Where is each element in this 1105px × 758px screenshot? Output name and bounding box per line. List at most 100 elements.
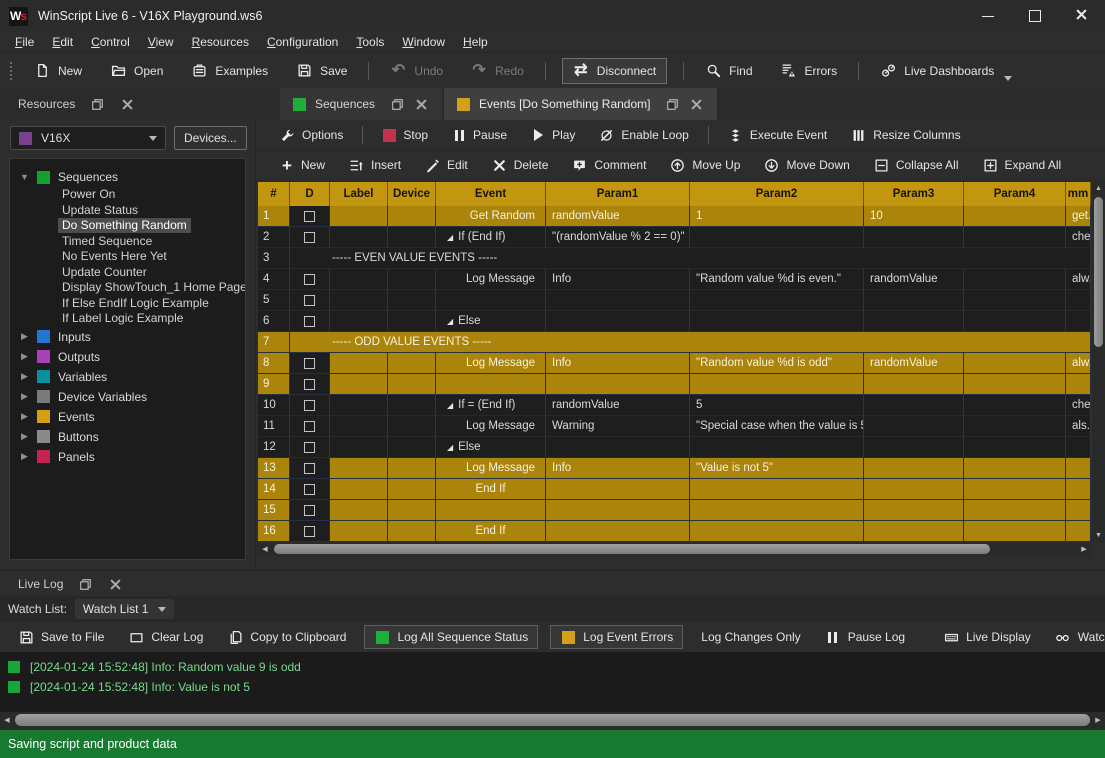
- device-cell[interactable]: [388, 206, 436, 227]
- column-header-mm[interactable]: mm: [1066, 182, 1091, 206]
- expander-collapsed-icon[interactable]: ▶: [18, 411, 31, 422]
- disable-checkbox[interactable]: [304, 295, 315, 306]
- menu-configuration[interactable]: Configuration: [258, 35, 347, 49]
- param-cell[interactable]: alw.: [1066, 353, 1091, 374]
- options-button[interactable]: Options: [271, 125, 352, 146]
- param-cell[interactable]: [546, 374, 690, 395]
- insert-button[interactable]: Insert: [340, 155, 410, 176]
- expander-collapsed-icon[interactable]: ▶: [18, 371, 31, 382]
- table-row[interactable]: 8Log MessageInfo"Random value %d is odd"…: [258, 353, 1091, 374]
- table-row[interactable]: 11Log MessageWarning"Special case when t…: [258, 416, 1091, 437]
- expander-collapsed-icon[interactable]: ▶: [18, 331, 31, 342]
- scroll-down-icon[interactable]: ▼: [1092, 529, 1105, 542]
- param-cell[interactable]: "Value is not 5": [690, 458, 864, 479]
- param-cell[interactable]: randomValue: [864, 353, 964, 374]
- event-cell[interactable]: Log Message: [436, 269, 546, 290]
- param-cell[interactable]: [964, 206, 1066, 227]
- clear-log-button[interactable]: Clear Log: [119, 626, 212, 649]
- param-cell[interactable]: [690, 521, 864, 542]
- comment-cell[interactable]: ----- EVEN VALUE EVENTS -----: [290, 248, 1091, 269]
- param-cell[interactable]: [546, 521, 690, 542]
- close-icon[interactable]: [120, 97, 135, 112]
- label-cell[interactable]: [330, 500, 388, 521]
- menu-resources[interactable]: Resources: [183, 35, 258, 49]
- param-cell[interactable]: [864, 311, 964, 332]
- label-cell[interactable]: [330, 269, 388, 290]
- table-row[interactable]: 3----- EVEN VALUE EVENTS -----: [258, 248, 1091, 269]
- log-hscroll-thumb[interactable]: [15, 714, 1090, 726]
- scroll-right-icon[interactable]: ▶: [1091, 712, 1105, 728]
- maximize-button[interactable]: [1011, 0, 1058, 32]
- tree-node-outputs[interactable]: ▶Outputs: [10, 347, 245, 367]
- param-cell[interactable]: [964, 311, 1066, 332]
- param-cell[interactable]: [964, 395, 1066, 416]
- column-header-param3[interactable]: Param3: [864, 182, 964, 206]
- menu-view[interactable]: View: [139, 35, 183, 49]
- event-cell[interactable]: ◢If = (End If): [436, 395, 546, 416]
- live-display-button[interactable]: Live Display: [934, 626, 1040, 649]
- menu-help[interactable]: Help: [454, 35, 497, 49]
- execute-event-button[interactable]: Execute Event: [719, 125, 836, 146]
- collapse-all-button[interactable]: Collapse All: [865, 155, 968, 176]
- device-cell[interactable]: [388, 374, 436, 395]
- devices-button[interactable]: Devices...: [174, 126, 247, 150]
- disconnect-button[interactable]: ⇄Disconnect: [562, 58, 667, 84]
- param-cell[interactable]: [690, 374, 864, 395]
- tree-node-device-variables[interactable]: ▶Device Variables: [10, 387, 245, 407]
- expander-collapsed-icon[interactable]: ▶: [18, 351, 31, 362]
- tab-sequences[interactable]: Sequences: [280, 88, 442, 120]
- tree-item-do-something-random[interactable]: Do Something Random: [10, 218, 245, 234]
- param-cell[interactable]: [546, 290, 690, 311]
- comment-button[interactable]: Comment: [563, 155, 655, 176]
- menu-window[interactable]: Window: [393, 35, 454, 49]
- column-header-d[interactable]: D: [290, 182, 330, 206]
- copy-to-clipboard-button[interactable]: Copy to Clipboard: [218, 626, 355, 649]
- param-cell[interactable]: get.: [1066, 206, 1091, 227]
- expander-expanded-icon[interactable]: ▼: [18, 172, 31, 182]
- log-horizontal-scrollbar[interactable]: ◀ ▶: [0, 712, 1105, 728]
- param-cell[interactable]: alw.: [1066, 269, 1091, 290]
- toolbar-grip[interactable]: [10, 62, 12, 80]
- enable-loop-button[interactable]: Enable Loop: [590, 125, 697, 146]
- disable-checkbox[interactable]: [304, 232, 315, 243]
- pause-button[interactable]: Pause: [443, 125, 516, 145]
- table-row[interactable]: 12◢Else: [258, 437, 1091, 458]
- close-icon[interactable]: [414, 97, 429, 112]
- device-cell[interactable]: [388, 395, 436, 416]
- disable-checkbox[interactable]: [304, 316, 315, 327]
- event-cell[interactable]: ◢Else: [436, 437, 546, 458]
- disable-checkbox[interactable]: [304, 484, 315, 495]
- table-row[interactable]: 7----- ODD VALUE EVENTS -----: [258, 332, 1091, 353]
- popout-icon[interactable]: [90, 97, 105, 112]
- param-cell[interactable]: [864, 395, 964, 416]
- tree-item-display-showtouch-1-home-page[interactable]: Display ShowTouch_1 Home Page: [10, 280, 245, 296]
- param-cell[interactable]: [864, 437, 964, 458]
- scroll-left-icon[interactable]: ◀: [0, 712, 14, 728]
- table-row[interactable]: 13Log MessageInfo"Value is not 5": [258, 458, 1091, 479]
- expander-collapsed-icon[interactable]: ▶: [18, 391, 31, 402]
- tree-node-sequences[interactable]: ▼Sequences: [10, 167, 245, 187]
- table-row[interactable]: 9: [258, 374, 1091, 395]
- param-cell[interactable]: 10: [864, 206, 964, 227]
- device-cell[interactable]: [388, 458, 436, 479]
- close-icon[interactable]: [689, 97, 704, 112]
- column-header-[interactable]: #: [258, 182, 290, 206]
- column-header-label[interactable]: Label: [330, 182, 388, 206]
- errors-button[interactable]: Errors: [771, 58, 848, 83]
- param-cell[interactable]: [964, 269, 1066, 290]
- param-cell[interactable]: [964, 227, 1066, 248]
- disable-checkbox[interactable]: [304, 505, 315, 516]
- param-cell[interactable]: [1066, 374, 1091, 395]
- tree-item-update-status[interactable]: Update Status: [10, 203, 245, 219]
- label-cell[interactable]: [330, 206, 388, 227]
- move-up-button[interactable]: Move Up: [661, 155, 749, 176]
- label-cell[interactable]: [330, 395, 388, 416]
- event-cell[interactable]: Log Message: [436, 416, 546, 437]
- param-cell[interactable]: [690, 437, 864, 458]
- param-cell[interactable]: [864, 374, 964, 395]
- redo-button[interactable]: ↷Redo: [461, 59, 534, 83]
- param-cell[interactable]: [964, 500, 1066, 521]
- tree-item-power-on[interactable]: Power On: [10, 187, 245, 203]
- param-cell[interactable]: [1066, 458, 1091, 479]
- event-cell[interactable]: Log Message: [436, 458, 546, 479]
